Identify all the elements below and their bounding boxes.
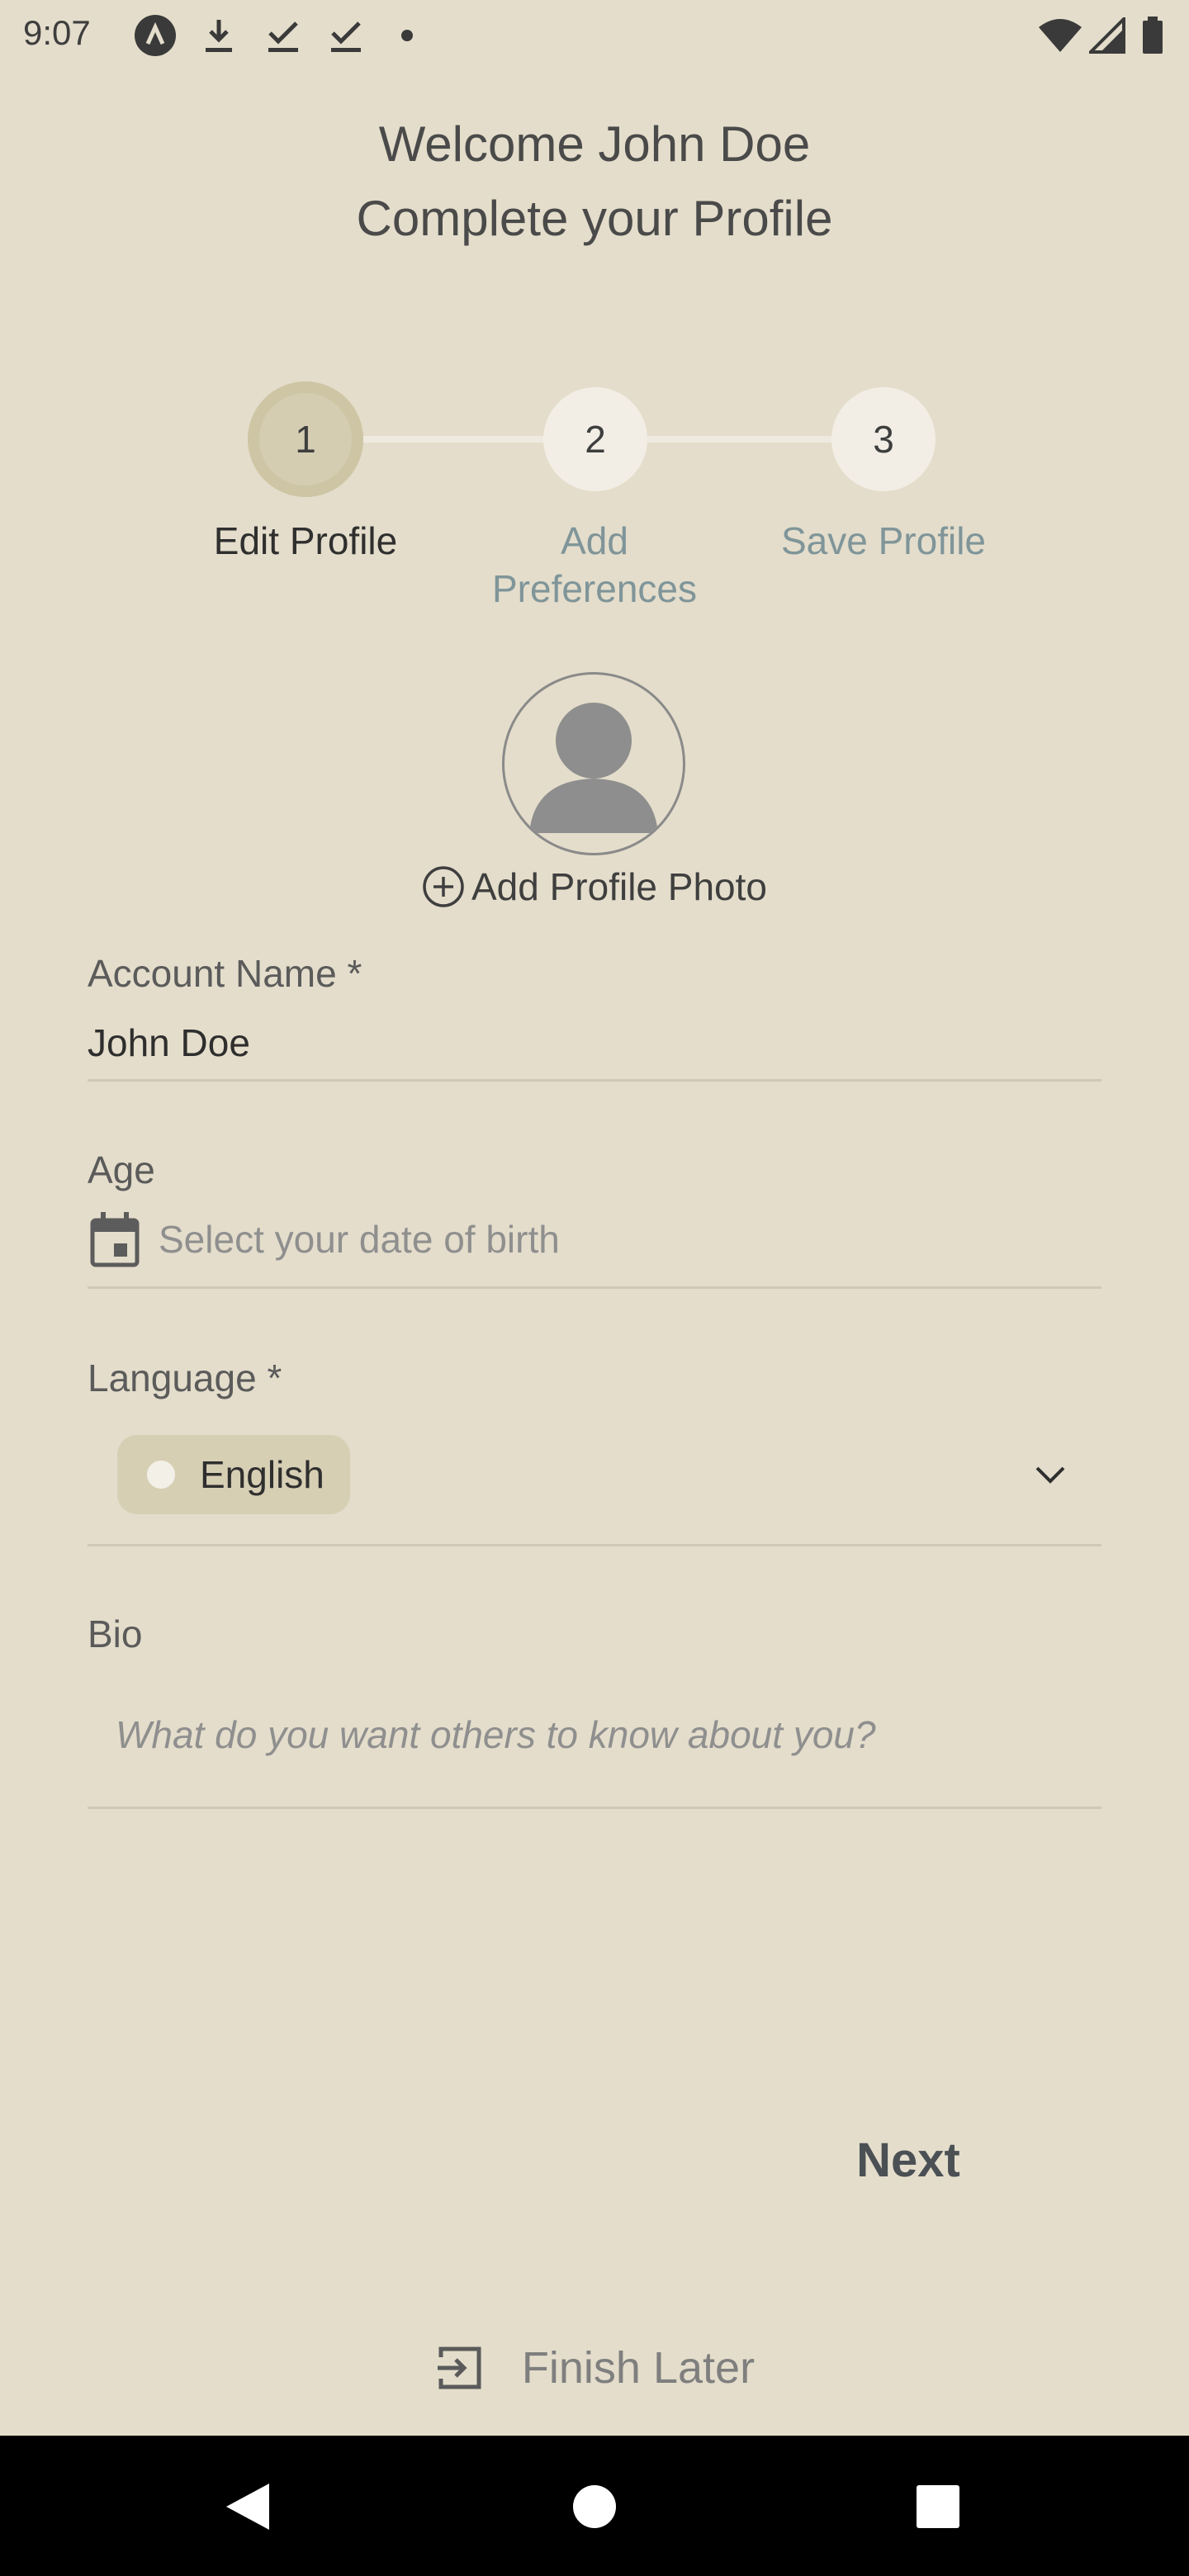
home-circle-icon: [573, 2485, 616, 2528]
recents-nav-button[interactable]: [915, 2484, 961, 2530]
step-2-label: Add Preferences: [462, 517, 727, 613]
step-2-label-line2: Preferences: [491, 567, 697, 610]
language-dropdown-toggle[interactable]: [1027, 1455, 1073, 1496]
finish-later-button[interactable]: Finish Later: [0, 2342, 1189, 2394]
welcome-title: Welcome John Doe: [378, 116, 811, 172]
back-triangle-icon: [226, 2484, 269, 2530]
language-chip[interactable]: English: [117, 1435, 350, 1514]
app-logo-icon: [132, 15, 178, 56]
bio-label: Bio: [88, 1612, 143, 1655]
wifi-icon: [1035, 15, 1085, 56]
finish-later-label: Finish Later: [521, 2343, 756, 2393]
account-name-underline: [88, 1079, 1101, 1082]
navigation-bar: [0, 2436, 1189, 2576]
calendar-icon: [90, 1212, 140, 1267]
add-circle-icon: [423, 866, 464, 907]
exit-to-app-icon: [437, 2346, 481, 2389]
back-nav-button[interactable]: [223, 2480, 272, 2533]
page-subtitle: Complete your Profile: [356, 191, 833, 246]
avatar[interactable]: [502, 672, 685, 855]
bio-input[interactable]: What do you want others to know about yo…: [116, 1712, 1090, 1757]
step-3-number: 3: [873, 418, 894, 461]
battery-icon: [1136, 15, 1169, 56]
dot-icon: [395, 15, 419, 56]
language-chip-text: English: [200, 1453, 324, 1496]
language-underline: [88, 1544, 1101, 1546]
check-download-icon: [263, 15, 304, 56]
next-button[interactable]: Next: [826, 2124, 991, 2198]
status-bar: 9:07: [0, 0, 1189, 74]
stepper-connector-2: [646, 436, 836, 443]
step-1-circle[interactable]: 1: [248, 381, 363, 497]
check-download-icon: [325, 15, 367, 56]
signal-icon: [1087, 15, 1128, 56]
chevron-down-icon: [1035, 1466, 1065, 1484]
step-3-label: Save Profile: [780, 519, 986, 562]
recents-square-icon: [917, 2485, 959, 2528]
account-name-input[interactable]: John Doe: [88, 1020, 1101, 1065]
step-2-circle[interactable]: 2: [543, 387, 647, 491]
age-placeholder: Select your date of birth: [159, 1218, 560, 1261]
add-profile-photo-button[interactable]: Add Profile Photo: [0, 862, 1189, 912]
status-time: 9:07: [23, 13, 91, 52]
download-icon: [198, 15, 239, 56]
home-nav-button[interactable]: [571, 2484, 618, 2530]
age-label: Age: [88, 1148, 155, 1191]
bio-underline: [88, 1807, 1101, 1809]
step-1-label: Edit Profile: [213, 519, 398, 562]
add-profile-photo-label: Add Profile Photo: [471, 865, 767, 908]
step-2-number: 2: [585, 418, 606, 461]
language-chip-dot: [147, 1461, 175, 1489]
step-3-circle[interactable]: 3: [831, 387, 936, 491]
step-2-label-line1: Add: [561, 519, 628, 562]
person-icon: [529, 703, 658, 833]
language-label: Language *: [88, 1357, 282, 1399]
age-input[interactable]: Select your date of birth: [88, 1210, 1101, 1268]
stepper-connector-1: [363, 436, 547, 443]
step-1-number: 1: [295, 418, 316, 461]
age-underline: [88, 1286, 1101, 1289]
account-name-label: Account Name *: [88, 952, 362, 995]
